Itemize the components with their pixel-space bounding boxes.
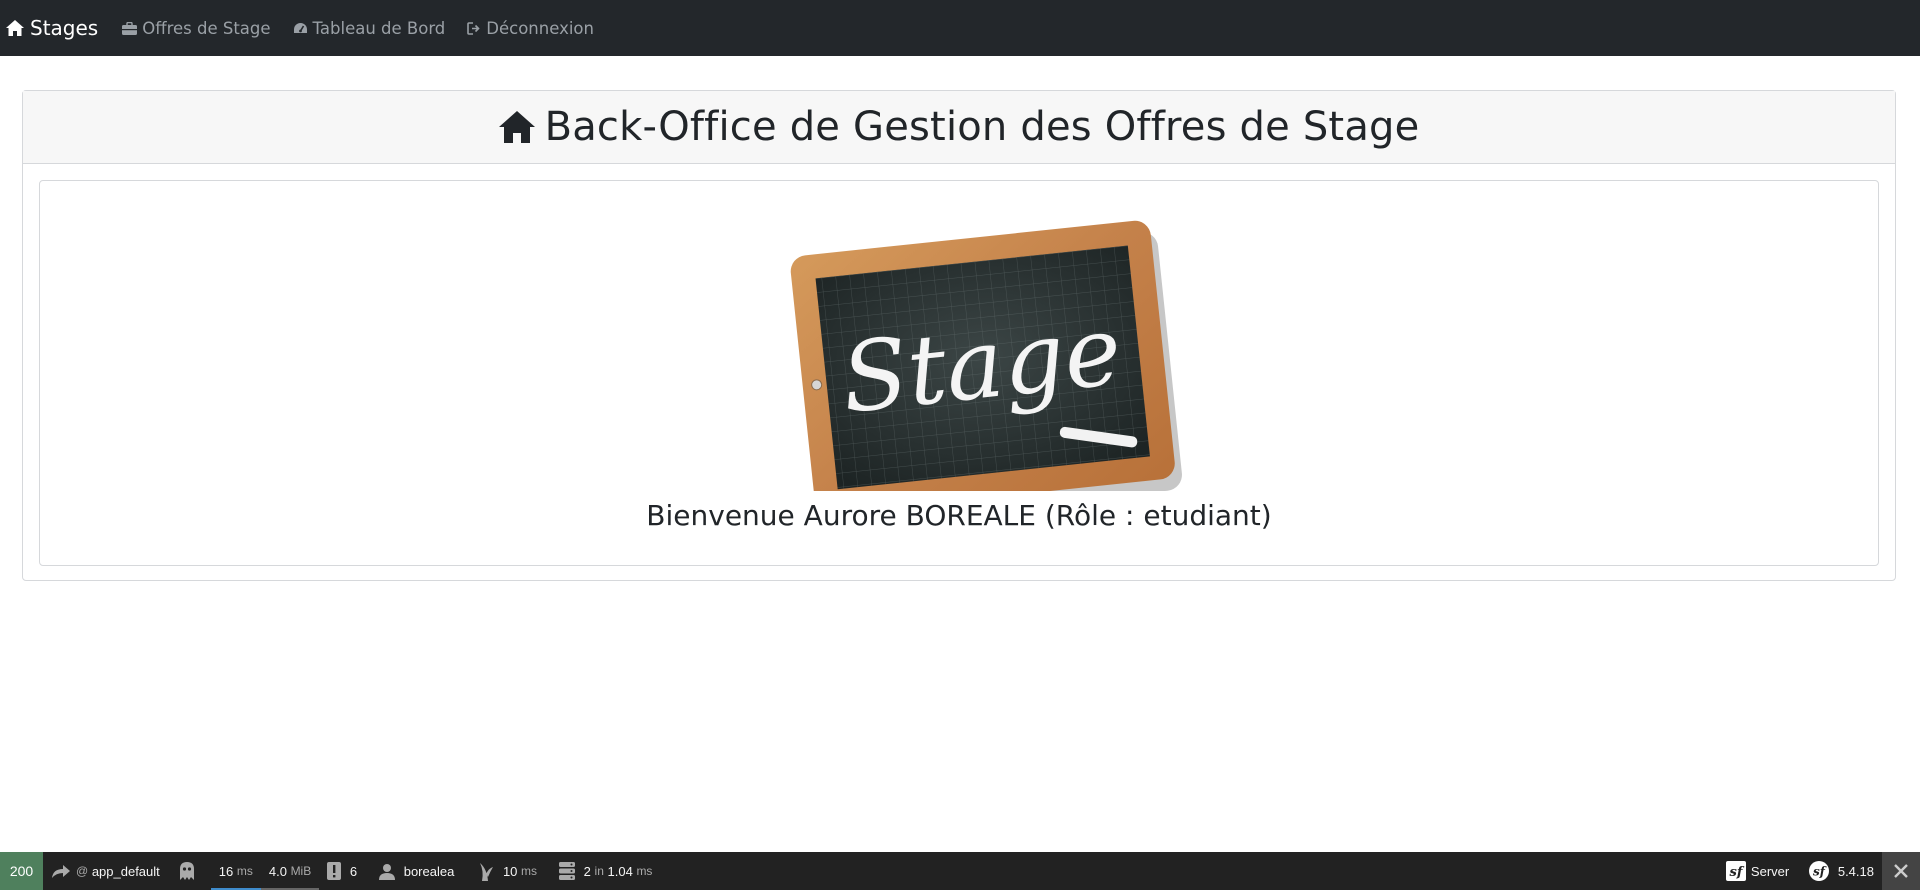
stage-slate-image: Stage: [773, 191, 1198, 526]
time-unit: ms: [236, 864, 253, 878]
svg-text:sf: sf: [1813, 865, 1827, 879]
ghost-item[interactable]: [168, 852, 211, 890]
brand-label: Stages: [30, 16, 99, 40]
page-title-text: Back-Office de Gestion des Offres de Sta…: [544, 104, 1420, 150]
database-icon: [559, 862, 576, 880]
nav-offres-de-stage[interactable]: Offres de Stage: [122, 18, 271, 38]
top-navbar: Stages Offres de Stage Tableau de Bord D…: [0, 0, 1920, 56]
user-name: borealea: [403, 863, 455, 879]
logs-item[interactable]: 6: [319, 852, 365, 890]
card-header: Back-Office de Gestion des Offres de Sta…: [23, 91, 1895, 164]
route-prefix: @: [76, 864, 89, 878]
brand-link[interactable]: Stages: [6, 16, 98, 40]
redirect-arrow-icon: [52, 865, 70, 878]
logs-count: 6: [349, 863, 358, 879]
home-icon: [498, 111, 535, 143]
welcome-panel: Stage Bienvenue Aurore BOREALE (Rôle : e…: [39, 180, 1879, 566]
twig-unit: ms: [521, 864, 538, 878]
db-in: in: [594, 864, 604, 878]
twig-item[interactable]: 10 ms: [462, 852, 545, 890]
nav-tableau-de-bord[interactable]: Tableau de Bord: [293, 18, 446, 38]
dashboard-icon: [293, 22, 307, 33]
twig-leaf-icon: [480, 863, 494, 881]
status-badge[interactable]: 200: [0, 852, 43, 890]
user-icon: [379, 863, 396, 880]
symfony-version-item[interactable]: sf 5.4.18: [1797, 852, 1882, 890]
memory-item[interactable]: 4.0 MiB: [260, 852, 320, 890]
database-item[interactable]: 2 in 1.04 ms: [545, 852, 660, 890]
symfony-server-icon: sf: [1725, 861, 1746, 881]
nav-label: Offres de Stage: [142, 18, 271, 38]
route-item[interactable]: @ app_default: [43, 852, 168, 890]
db-time: 1.04: [607, 863, 633, 879]
db-unit: ms: [636, 864, 653, 878]
welcome-message: Bienvenue Aurore BOREALE (Rôle : etudian…: [646, 499, 1272, 532]
server-label: Server: [1750, 863, 1790, 879]
briefcase-icon: [122, 21, 138, 35]
route-name: app_default: [91, 863, 160, 879]
debug-toolbar: 200 @ app_default 16 ms 4.0 MiB 6 boreal…: [0, 852, 1920, 890]
ghost-icon: [179, 862, 194, 880]
symfony-logo-icon: sf: [1809, 861, 1830, 881]
memory-value: 4.0: [268, 863, 287, 879]
time-value: 16: [218, 863, 234, 879]
twig-value: 10: [502, 863, 518, 879]
toolbar-close-button[interactable]: [1882, 852, 1920, 890]
nav-label: Déconnexion: [486, 18, 594, 38]
main-card: Back-Office de Gestion des Offres de Sta…: [22, 90, 1896, 581]
nav-deconnexion[interactable]: Déconnexion: [467, 19, 594, 38]
toolbar-right: sf Server sf 5.4.18: [1718, 852, 1920, 890]
exclamation-icon: [327, 862, 342, 880]
close-icon: [1894, 864, 1908, 878]
symfony-version: 5.4.18: [1837, 863, 1874, 879]
home-icon: [6, 20, 24, 36]
page-title: Back-Office de Gestion des Offres de Sta…: [498, 104, 1420, 150]
memory-unit: MiB: [290, 864, 312, 878]
db-queries: 2: [583, 863, 591, 879]
server-item[interactable]: sf Server: [1718, 852, 1797, 890]
user-item[interactable]: borealea: [365, 852, 462, 890]
nav-label: Tableau de Bord: [312, 18, 446, 38]
time-item[interactable]: 16 ms: [210, 852, 261, 890]
sign-out-icon: [467, 21, 480, 35]
